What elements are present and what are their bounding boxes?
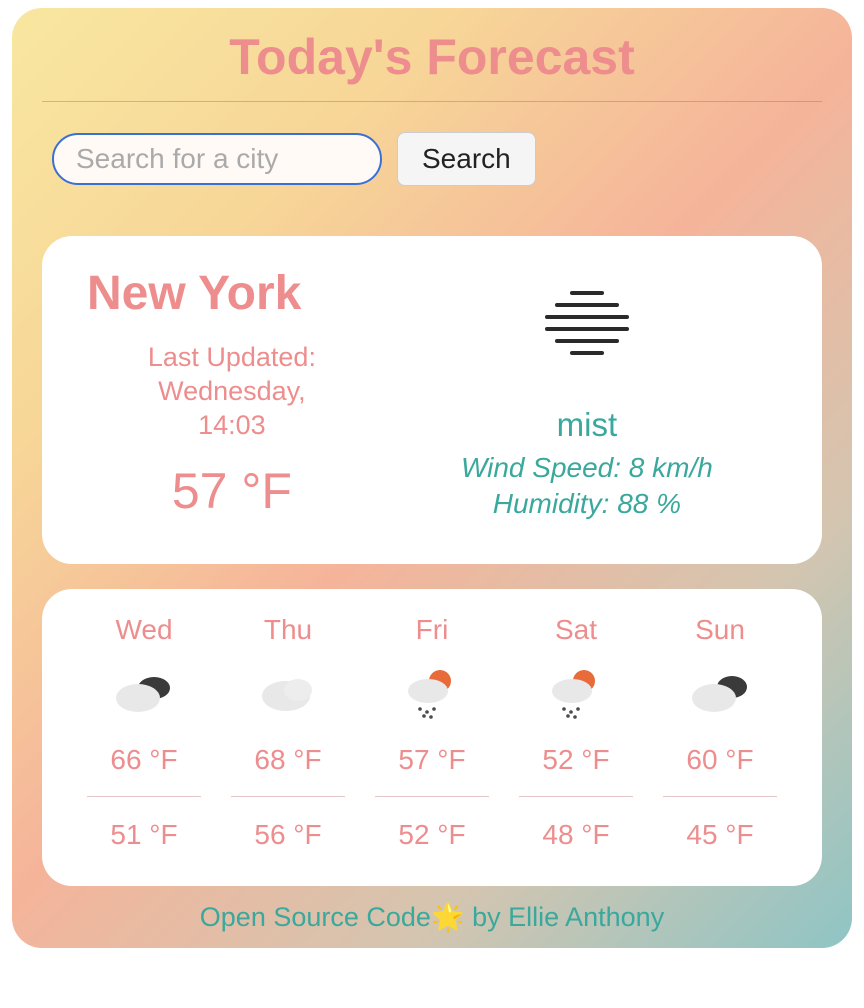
forecast-card: Wed 66 °F 51 °F Thu 68 °F 56 °F Fr xyxy=(42,589,822,886)
last-updated: Last Updated: Wednesday, 14:03 xyxy=(87,341,377,442)
current-left: New York Last Updated: Wednesday, 14:03 … xyxy=(87,266,377,524)
forecast-day: Thu 68 °F 56 °F xyxy=(216,614,360,851)
footer: Open Source Code🌟 by Ellie Anthony xyxy=(42,886,822,933)
day-label: Sun xyxy=(648,614,792,646)
page-title: Today's Forecast xyxy=(42,28,822,102)
current-right: mist Wind Speed: 8 km/h Humidity: 88 % xyxy=(397,266,777,524)
cloud-light-icon xyxy=(216,664,360,724)
source-code-link[interactable]: Open Source Code xyxy=(200,902,431,932)
temp-low: 51 °F xyxy=(72,819,216,851)
footer-link-text: Open Source Code xyxy=(200,902,431,932)
temp-high: 66 °F xyxy=(87,744,201,797)
temp-low: 52 °F xyxy=(360,819,504,851)
day-label: Wed xyxy=(72,614,216,646)
search-input[interactable] xyxy=(52,133,382,185)
forecast-day: Wed 66 °F 51 °F xyxy=(72,614,216,851)
search-button[interactable]: Search xyxy=(397,132,536,186)
cloud-dark-icon xyxy=(648,664,792,724)
wind-speed: Wind Speed: 8 km/h xyxy=(461,452,713,484)
temp-low: 45 °F xyxy=(648,819,792,851)
last-updated-time: 14:03 xyxy=(107,409,357,443)
search-bar: Search xyxy=(42,132,822,186)
temp-low: 48 °F xyxy=(504,819,648,851)
current-weather-card: New York Last Updated: Wednesday, 14:03 … xyxy=(42,236,822,564)
temp-high: 68 °F xyxy=(231,744,345,797)
forecast-day: Sat 52 °F 48 °F xyxy=(504,614,648,851)
star-icon: 🌟 xyxy=(431,902,465,932)
temp-low: 56 °F xyxy=(216,819,360,851)
day-label: Fri xyxy=(360,614,504,646)
day-label: Sat xyxy=(504,614,648,646)
temp-high: 52 °F xyxy=(519,744,633,797)
sun-rain-icon xyxy=(504,664,648,724)
current-temperature: 57 °F xyxy=(87,462,377,520)
temp-high: 57 °F xyxy=(375,744,489,797)
city-name: New York xyxy=(87,266,377,321)
last-updated-day: Wednesday, xyxy=(107,375,357,409)
humidity: Humidity: 88 % xyxy=(493,488,681,520)
temp-high: 60 °F xyxy=(663,744,777,797)
day-label: Thu xyxy=(216,614,360,646)
last-updated-label: Last Updated: xyxy=(107,341,357,375)
cloud-dark-icon xyxy=(72,664,216,724)
forecast-day: Fri 57 °F 52 °F xyxy=(360,614,504,851)
forecast-day: Sun 60 °F 45 °F xyxy=(648,614,792,851)
mist-icon xyxy=(527,276,647,366)
sun-rain-icon xyxy=(360,664,504,724)
app-container: Today's Forecast Search New York Last Up… xyxy=(12,8,852,948)
footer-author: by Ellie Anthony xyxy=(465,902,665,932)
condition-text: mist xyxy=(557,406,618,444)
